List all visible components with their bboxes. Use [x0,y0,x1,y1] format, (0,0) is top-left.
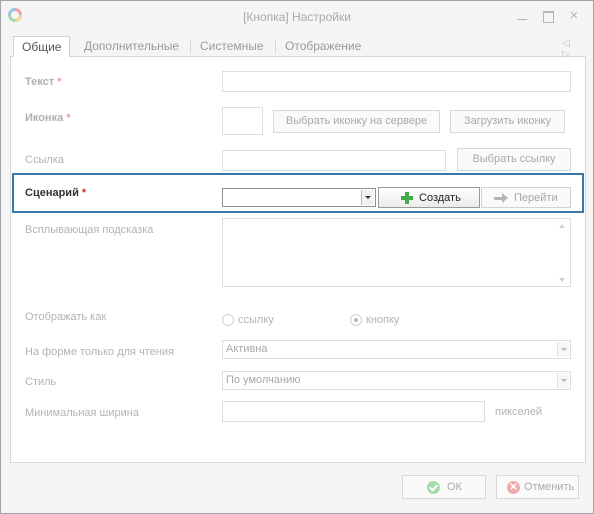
scenario-label: Сценарий * [25,187,86,199]
tab-system[interactable]: Системные [192,36,272,57]
create-button-label: Создать [419,192,461,204]
readonly-select[interactable]: Активна [222,340,571,359]
tab-strip: Общие Дополнительные Системные Отображен… [10,36,586,60]
min-width-label: Минимальная ширина [25,407,139,419]
chevron-down-icon[interactable] [557,342,569,357]
link-label: Ссылка [25,154,64,166]
create-button[interactable]: Создать [378,187,480,208]
tab-separator [190,40,191,53]
tab-additional[interactable]: Дополнительные [76,36,187,57]
radio-button[interactable] [350,314,362,326]
required-mark: * [57,76,62,88]
scroll-down-icon[interactable] [559,278,565,282]
text-label-text: Текст [25,76,55,88]
icon-label-text: Иконка [25,112,64,124]
readonly-label: На форме только для чтения [25,346,174,358]
textarea-scrollbar[interactable] [556,220,569,286]
scenario-label-text: Сценарий [25,187,79,199]
close-icon[interactable]: × [567,8,581,23]
title-bar: [Кнопка] Настройки × [1,1,593,31]
scenario-combobox[interactable] [222,188,376,207]
ok-button-label: ОК [447,481,462,493]
style-select-value: По умолчанию [226,374,301,386]
maximize-icon[interactable] [541,9,555,23]
choose-link-button[interactable]: Выбрать ссылку [457,148,571,171]
settings-dialog: [Кнопка] Настройки × Общие Дополнительны… [0,0,594,514]
choose-icon-server-button[interactable]: Выбрать иконку на сервере [273,110,440,133]
required-mark: * [66,112,71,124]
min-width-input[interactable] [222,401,485,422]
link-input[interactable] [222,150,446,171]
tab-display[interactable]: Отображение [277,36,369,57]
goto-button-label: Перейти [514,192,558,204]
ok-button[interactable]: ОК [402,475,486,499]
cancel-button[interactable]: ✕ Отменить [496,475,579,499]
scenario-row-highlight: Сценарий * Создать Перейти [12,173,584,213]
arrow-right-icon [494,192,508,204]
check-circle-icon [427,481,440,494]
cancel-circle-icon: ✕ [507,481,520,494]
chevron-down-icon[interactable] [557,373,569,388]
tooltip-textarea[interactable] [222,218,571,287]
required-mark: * [81,187,87,199]
tooltip-label: Всплывающая подсказка [25,224,154,236]
scroll-up-icon[interactable] [559,224,565,228]
text-input[interactable] [222,71,571,92]
icon-preview [222,107,263,135]
tab-general[interactable]: Общие [13,36,71,58]
radio-link[interactable] [222,314,234,326]
text-label: Текст * [25,76,62,88]
tab-separator [275,40,276,53]
icon-label: Иконка * [25,112,71,124]
style-label: Стиль [25,376,57,388]
window-title: [Кнопка] Настройки [243,10,351,24]
plus-icon [401,192,413,204]
cancel-button-label: Отменить [524,481,575,493]
radio-button-label: кнопку [366,314,400,326]
readonly-select-value: Активна [226,343,268,355]
style-select[interactable]: По умолчанию [222,371,571,390]
combo-dropdown-icon[interactable] [361,190,374,205]
min-width-unit: пикселей [495,406,542,418]
minimize-icon[interactable] [515,9,529,23]
upload-icon-button[interactable]: Загрузить иконку [450,110,565,133]
display-as-label: Отображать как [25,311,107,323]
goto-button[interactable]: Перейти [481,187,571,208]
radio-link-label: ссылку [238,314,274,326]
